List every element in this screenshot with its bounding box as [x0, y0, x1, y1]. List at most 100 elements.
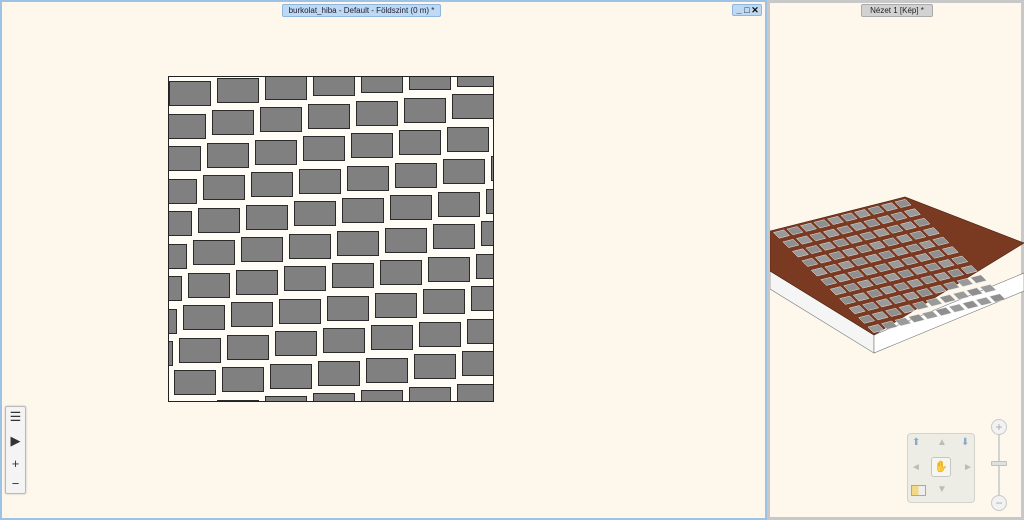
- navigation-pad: ⬆ ▲ ⬇ ◄ ✋ ► ▼: [907, 433, 975, 503]
- zoom-slider: + −: [990, 415, 1008, 517]
- tilt-down-icon[interactable]: ▼: [937, 484, 947, 495]
- floor-tile: [169, 243, 187, 269]
- floor-tile: [457, 77, 493, 87]
- floor-tile: [188, 272, 231, 298]
- floor-tile: [173, 370, 216, 396]
- floor-tile: [308, 103, 351, 129]
- floor-tile: [428, 256, 471, 282]
- floor-tile: [231, 302, 274, 328]
- floor-tile: [236, 269, 279, 295]
- play-icon[interactable]: ▶: [6, 431, 25, 451]
- floor-tile: [346, 165, 389, 191]
- 3d-view-window: Nézet 1 [Kép] * ⬆ ▲ ⬇ ◄ ✋ ► ▼ + −: [767, 0, 1024, 520]
- floor-tile: [313, 77, 355, 97]
- floor-tile: [466, 318, 493, 344]
- move-forward-icon[interactable]: ⬆: [912, 437, 920, 448]
- floor-tile: [481, 221, 493, 247]
- floor-tile: [207, 142, 250, 168]
- zoom-out-button[interactable]: −: [991, 495, 1007, 511]
- turn-left-icon[interactable]: ◄: [911, 462, 921, 473]
- plan-window: burkolat_hiba - Default - Földszint (0 m…: [0, 0, 767, 520]
- floor-tile: [260, 107, 303, 133]
- floor-tile: [303, 136, 346, 162]
- floor-tile: [356, 100, 399, 126]
- floor-tile: [361, 77, 403, 94]
- floor-tile: [284, 266, 327, 292]
- floor-tile: [241, 237, 283, 263]
- floor-tile: [193, 240, 235, 266]
- view-window-title[interactable]: Nézet 1 [Kép] *: [861, 4, 933, 17]
- floor-tile: [332, 263, 375, 289]
- floor-tile: [289, 233, 331, 259]
- floor-tile: [351, 133, 394, 159]
- floor-tile: [447, 126, 490, 152]
- floor-tile: [452, 94, 493, 120]
- floor-tile: [217, 399, 259, 401]
- layer-toggle-icon[interactable]: [911, 485, 926, 496]
- floor-tile: [169, 308, 178, 334]
- floor-tile: [169, 146, 202, 171]
- floor-tile: [202, 175, 245, 201]
- plan-window-title[interactable]: burkolat_hiba - Default - Földszint (0 m…: [282, 4, 441, 17]
- floor-tile: [313, 393, 355, 401]
- floor-tile: [169, 276, 183, 301]
- floor-tile: [265, 77, 307, 100]
- zoom-knob[interactable]: [991, 461, 1007, 466]
- floor-tile: [389, 195, 432, 220]
- floor-tile: [279, 298, 322, 324]
- floor-tile: [212, 110, 255, 136]
- tilt-up-icon[interactable]: ▲: [937, 437, 947, 448]
- 3d-viewport[interactable]: [770, 183, 1024, 363]
- floor-tile: [375, 292, 418, 318]
- floor-tile: [250, 172, 293, 198]
- floor-tile: [442, 159, 485, 185]
- close-button[interactable]: ✕: [751, 5, 759, 15]
- floor-tile: [226, 334, 269, 360]
- floor-tile: [169, 341, 173, 366]
- floor-tile: [394, 162, 437, 188]
- floor-tile: [255, 139, 298, 165]
- floor-tile: [457, 383, 493, 401]
- list-icon[interactable]: ☰: [6, 407, 25, 427]
- floor-tile: [265, 396, 307, 401]
- move-back-icon[interactable]: ⬇: [961, 437, 969, 448]
- floor-tile: [413, 354, 456, 380]
- floor-tile: [471, 286, 493, 312]
- floor-tile: [169, 113, 207, 139]
- floor-tile: [169, 178, 197, 204]
- window-controls: _ □ ✕: [732, 4, 762, 16]
- floor-tile: [433, 224, 475, 250]
- floor-tile: [293, 201, 336, 227]
- side-toolbar: ☰ ▶ + −: [5, 406, 26, 494]
- minimize-button[interactable]: _: [735, 5, 743, 15]
- floor-tile: [399, 130, 442, 155]
- floor-tile: [409, 77, 451, 90]
- floor-tile: [337, 230, 379, 256]
- zoom-in-button[interactable]: +: [991, 419, 1007, 435]
- floor-tile: [317, 360, 360, 386]
- tile-3d: [939, 294, 957, 304]
- floor-tile: [298, 168, 341, 194]
- floor-tile: [197, 207, 240, 233]
- floor-plan-canvas[interactable]: [168, 76, 494, 402]
- floor-tile: [461, 351, 493, 377]
- floor-tile: [361, 390, 403, 401]
- floor-tile: [404, 97, 447, 123]
- floor-tile: [370, 325, 413, 350]
- pan-hand-icon[interactable]: ✋: [931, 457, 951, 477]
- plus-icon[interactable]: +: [6, 453, 25, 473]
- floor-tile: [221, 367, 264, 393]
- floor-tile: [245, 204, 288, 230]
- floor-tile: [169, 211, 192, 236]
- maximize-button[interactable]: □: [743, 5, 751, 15]
- tile-3d: [970, 274, 988, 284]
- floor-tile: [269, 363, 312, 389]
- floor-tile: [169, 81, 211, 106]
- turn-right-icon[interactable]: ►: [963, 462, 973, 473]
- floor-tile: [385, 227, 427, 253]
- floor-tile: [327, 295, 370, 321]
- floor-tile: [365, 357, 408, 383]
- floor-tile: [341, 198, 384, 224]
- minus-icon[interactable]: −: [6, 473, 25, 493]
- floor-tile: [183, 305, 226, 331]
